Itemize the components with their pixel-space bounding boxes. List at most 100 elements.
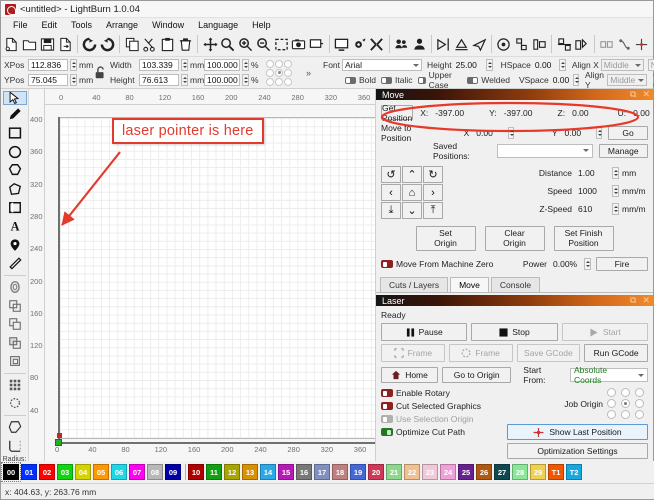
rotate-ccw-button[interactable]: ↺	[381, 166, 401, 183]
anchor-mc[interactable]	[275, 68, 283, 77]
select-tool[interactable]	[2, 91, 27, 105]
vspace-input[interactable]: 0.00	[551, 74, 572, 86]
move-right-button[interactable]: ›	[423, 184, 443, 201]
ellipse-tool[interactable]	[3, 142, 27, 161]
move-icon[interactable]	[201, 34, 219, 55]
group-icon[interactable]	[393, 34, 411, 55]
close-icon[interactable]: ✕	[642, 295, 650, 306]
delete-icon[interactable]	[177, 34, 195, 55]
cut-selected-graphics-toggle[interactable]: Cut Selected Graphics	[381, 401, 503, 411]
save-gcode-button[interactable]: Save GCode	[516, 344, 581, 362]
zoom-icon[interactable]	[219, 34, 237, 55]
go-button[interactable]: Go	[608, 125, 648, 140]
z-down-button[interactable]: ⤓	[381, 202, 401, 219]
move-down-button[interactable]: ⌄	[402, 202, 422, 219]
optimization-settings-button[interactable]: Optimization Settings	[507, 443, 648, 459]
move-left-button[interactable]: ‹	[381, 184, 401, 201]
freehand-tool[interactable]	[3, 180, 27, 199]
z-up-button[interactable]: ⤒	[423, 202, 443, 219]
start-button[interactable]: Start	[561, 323, 648, 341]
palette-swatch-00[interactable]: 00	[1, 462, 21, 482]
palette-swatch-06[interactable]: 06	[111, 464, 127, 480]
ungroup-icon[interactable]	[410, 34, 428, 55]
distance-stepper[interactable]	[612, 166, 619, 179]
polygon-tool[interactable]	[3, 161, 27, 180]
flip-vertical-icon[interactable]	[453, 34, 471, 55]
node-edit-icon[interactable]	[615, 34, 633, 55]
width-stepper[interactable]	[181, 59, 188, 71]
device-settings-icon[interactable]	[368, 34, 386, 55]
boolean-exclude[interactable]	[3, 352, 27, 371]
palette-swatch-25[interactable]: 25	[458, 464, 474, 480]
home-button[interactable]: ⌂	[402, 184, 422, 201]
font-select[interactable]: Arial	[342, 59, 423, 71]
anchor-tc[interactable]	[275, 59, 283, 68]
palette-swatch-07[interactable]: 07	[129, 464, 145, 480]
anchor-point-grid[interactable]	[266, 59, 292, 86]
enable-rotary-toggle[interactable]: Enable Rotary	[381, 388, 503, 398]
open-folder-icon[interactable]	[21, 34, 39, 55]
palette-swatch-22[interactable]: 22	[404, 464, 420, 480]
node-edit-tool[interactable]	[3, 418, 27, 437]
palette-swatch-24[interactable]: 24	[440, 464, 456, 480]
job-origin-tl[interactable]	[607, 388, 616, 397]
position-tool[interactable]	[3, 235, 27, 254]
distance-input[interactable]: 1.00	[575, 166, 609, 179]
palette-swatch-02[interactable]: 02	[39, 464, 55, 480]
align-right-icon[interactable]	[555, 34, 573, 55]
frame-icon[interactable]	[308, 34, 326, 55]
palette-swatch-20[interactable]: 20	[368, 464, 384, 480]
manage-button[interactable]: Manage	[598, 143, 648, 158]
optimize-cut-path-toggle[interactable]: Optimize Cut Path	[381, 427, 503, 437]
palette-swatch-05[interactable]: 05	[93, 464, 109, 480]
mirror-icon[interactable]	[470, 34, 488, 55]
close-icon[interactable]: ✕	[642, 89, 650, 100]
job-origin-bl[interactable]	[607, 410, 616, 419]
copy-icon[interactable]	[123, 34, 141, 55]
unlock-icon[interactable]	[94, 65, 107, 80]
aligny-select[interactable]: Middle	[607, 74, 648, 86]
palette-swatch-T2[interactable]: T2	[566, 464, 582, 480]
frame-circle-button[interactable]: Frame	[448, 344, 513, 362]
save-icon[interactable]	[39, 34, 57, 55]
boolean-subtract[interactable]	[3, 315, 27, 334]
menu-tools[interactable]: Tools	[64, 19, 99, 31]
alignx-select[interactable]: Middle	[600, 59, 644, 71]
frame-square-button[interactable]: Frame	[381, 344, 445, 362]
move-y-input[interactable]: 0.00	[562, 126, 597, 139]
move-x-stepper[interactable]	[508, 126, 514, 139]
menu-help[interactable]: Help	[245, 19, 278, 31]
job-origin-ml[interactable]	[607, 399, 616, 408]
job-origin-br[interactable]	[635, 410, 644, 419]
menu-window[interactable]: Window	[145, 19, 191, 31]
new-file-icon[interactable]	[3, 34, 21, 55]
home-button[interactable]: Home	[381, 367, 439, 383]
anchor-bc[interactable]	[275, 77, 283, 86]
offset-tool[interactable]	[3, 278, 27, 297]
hspace-stepper[interactable]	[558, 59, 566, 71]
menu-arrange[interactable]: Arrange	[99, 19, 145, 31]
move-x-input[interactable]: 0.00	[473, 126, 508, 139]
zspeed-stepper[interactable]	[612, 202, 619, 215]
ypos-stepper[interactable]	[70, 74, 77, 86]
palette-swatch-T1[interactable]: T1	[548, 464, 564, 480]
set-origin-button[interactable]: Set Origin	[415, 226, 476, 251]
anchor-ml[interactable]	[266, 68, 274, 77]
tab-move[interactable]: Move	[450, 277, 489, 292]
run-gcode-button[interactable]: Run GCode	[584, 344, 648, 362]
anchor-tr[interactable]	[284, 59, 292, 68]
italic-toggle[interactable]: Italic	[381, 75, 413, 85]
anchor-tl[interactable]	[266, 59, 274, 68]
center-icon[interactable]	[495, 34, 513, 55]
anchor-bl[interactable]	[266, 77, 274, 86]
palette-swatch-01[interactable]: 01	[21, 464, 37, 480]
menu-file[interactable]: File	[6, 19, 35, 31]
hspace-input[interactable]: 0.00	[533, 59, 557, 71]
boolean-tool[interactable]	[3, 198, 27, 217]
anchor-br[interactable]	[284, 77, 292, 86]
palette-swatch-18[interactable]: 18	[332, 464, 348, 480]
speed-stepper[interactable]	[612, 184, 619, 197]
pause-button[interactable]: Pause	[381, 323, 468, 341]
circular-array-tool[interactable]	[3, 394, 27, 413]
job-origin-mr[interactable]	[635, 399, 644, 408]
